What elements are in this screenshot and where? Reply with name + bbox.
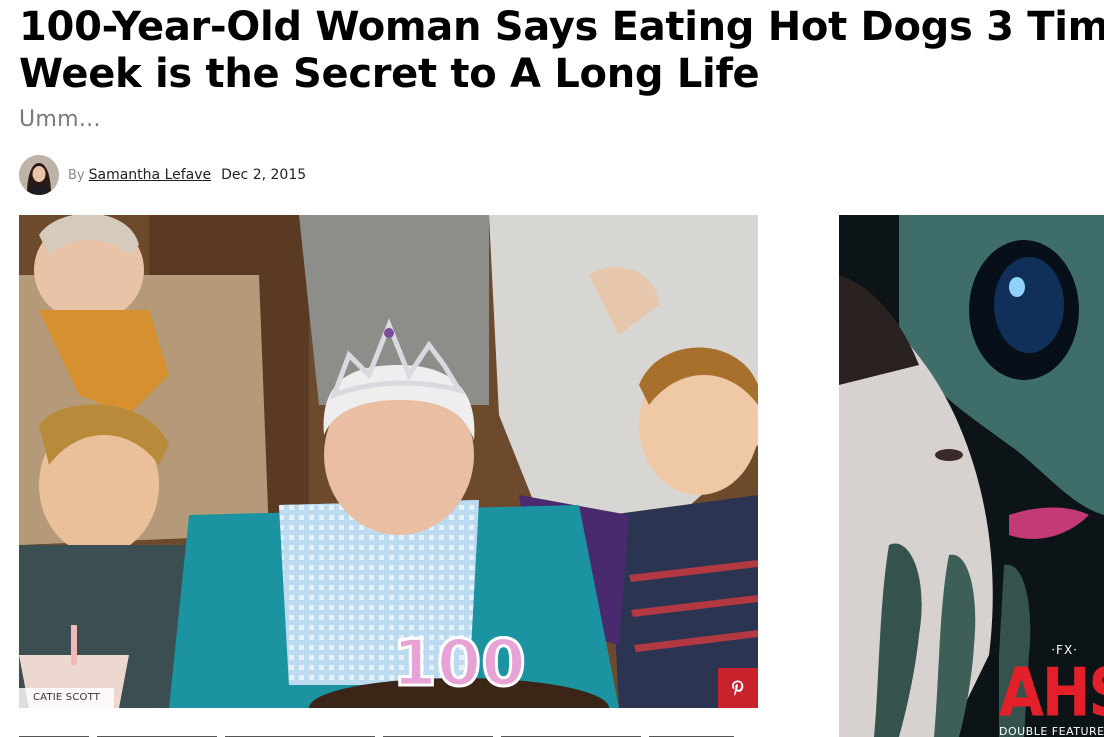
pinterest-icon xyxy=(732,680,744,696)
author-link[interactable]: Samantha Lefave xyxy=(89,167,212,183)
article-headline: 100-Year-Old Woman Says Eating Hot Dogs … xyxy=(19,4,1104,98)
ad-logo: AHS xyxy=(999,653,1104,732)
article-page: 100-Year-Old Woman Says Eating Hot Dogs … xyxy=(0,0,1104,737)
article-body-peek xyxy=(19,726,758,737)
pin-button[interactable] xyxy=(718,668,758,708)
author-avatar[interactable] xyxy=(19,155,59,195)
sidebar-ad[interactable]: ·FX· AHS DOUBLE FEATURE xyxy=(839,215,1104,737)
byline-prefix: By xyxy=(68,167,85,183)
photo-credit: CATIE SCOTT xyxy=(19,688,115,708)
byline: By Samantha Lefave Dec 2, 2015 xyxy=(19,155,306,195)
publish-date: Dec 2, 2015 xyxy=(221,167,307,183)
cake-candles: 100 xyxy=(392,627,526,701)
hero-photo: 100 xyxy=(19,215,758,708)
body-text-clipped xyxy=(19,736,734,737)
headline-line-1: 100-Year-Old Woman Says Eating Hot Dogs … xyxy=(19,4,1104,50)
hero-image[interactable]: 100 CATIE SCOTT xyxy=(19,215,758,708)
ad-tagline: DOUBLE FEATURE xyxy=(999,725,1104,737)
article-dek: Umm... xyxy=(19,107,101,132)
headline-line-2: Week is the Secret to A Long Life xyxy=(19,51,760,97)
avatar-photo xyxy=(19,155,59,195)
